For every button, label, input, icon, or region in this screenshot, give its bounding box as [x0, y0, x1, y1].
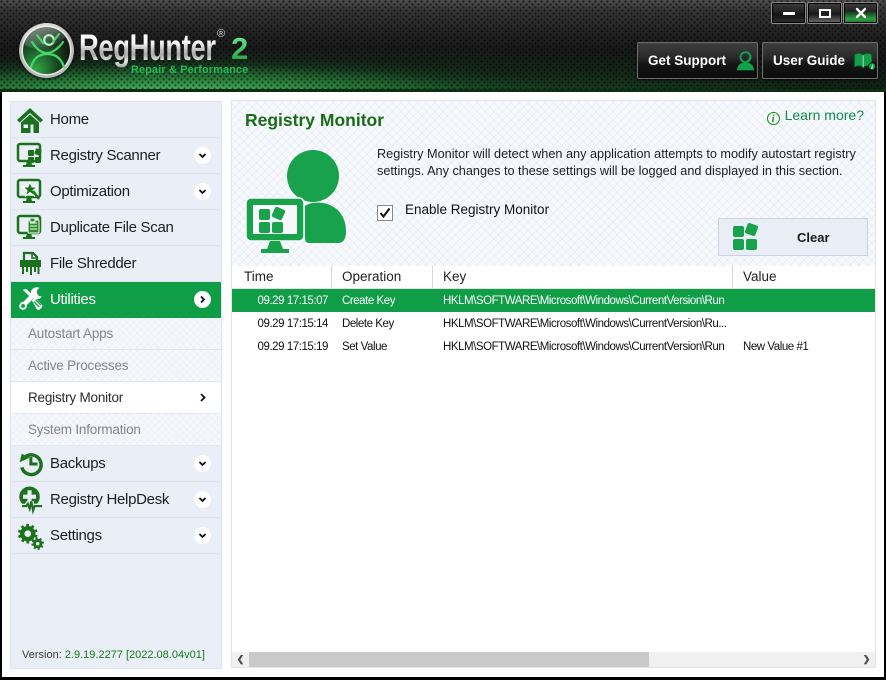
- svg-text:i: i: [871, 64, 873, 71]
